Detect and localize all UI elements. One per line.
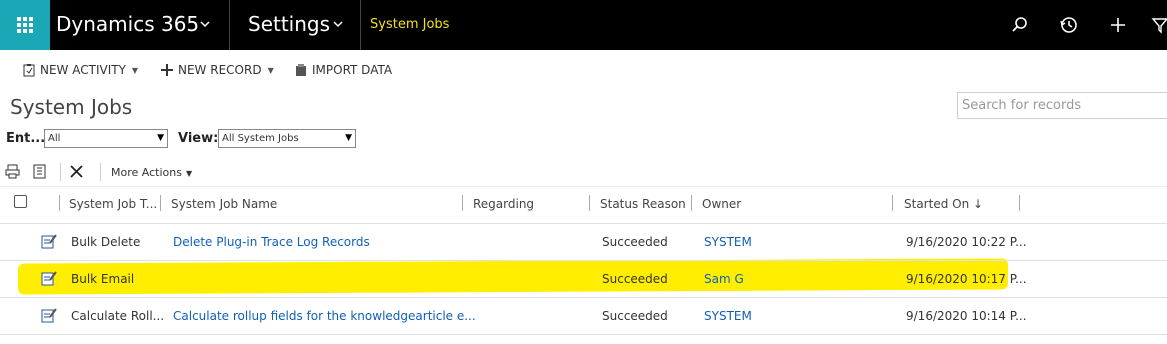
job-type-cell: Calculate Roll... — [71, 309, 165, 323]
new-activity-label: NEW ACTIVITY — [40, 63, 126, 77]
table-row[interactable]: Bulk Email Succeeded Sam G 9/16/2020 10:… — [0, 261, 1167, 298]
caret-down-icon: ▼ — [131, 65, 139, 75]
more-actions-label: More Actions — [111, 166, 182, 179]
search-box[interactable] — [957, 92, 1167, 119]
status-reason-cell: Succeeded — [602, 309, 668, 323]
plus-icon — [161, 64, 173, 76]
select-all-checkbox[interactable] — [14, 195, 27, 208]
view-select[interactable]: All System Jobs ▼ — [218, 129, 356, 148]
job-name-link[interactable]: Delete Plug-in Trace Log Records — [173, 235, 370, 249]
entity-select[interactable]: All ▼ — [44, 129, 168, 148]
caret-down-icon: ▼ — [185, 169, 193, 178]
table-row[interactable]: Bulk Delete Delete Plug-in Trace Log Rec… — [0, 224, 1167, 261]
column-header-system-job-type[interactable]: System Job T... — [69, 197, 157, 211]
started-on-cell: 9/16/2020 10:22 P... — [906, 235, 1027, 249]
column-divider — [691, 195, 692, 211]
column-header-owner[interactable]: Owner — [702, 197, 741, 211]
column-divider — [59, 195, 60, 211]
print-icon[interactable] — [5, 164, 20, 179]
view-select-value: All System Jobs — [222, 133, 299, 144]
new-record-button[interactable]: NEW RECORD ▼ — [160, 60, 274, 80]
new-record-label: NEW RECORD — [178, 63, 262, 77]
column-header-status-reason[interactable]: Status Reason — [600, 197, 686, 211]
breadcrumb[interactable]: System Jobs — [370, 17, 449, 32]
top-navigation-bar: Dynamics 365 Settings System Jobs — [0, 0, 1167, 50]
delete-icon[interactable] — [69, 164, 84, 179]
table-row[interactable]: Calculate Roll... Calculate rollup field… — [0, 298, 1167, 335]
search-input[interactable] — [958, 93, 1167, 118]
grid-header: System Job T... System Job Name Regardin… — [0, 186, 1167, 224]
more-actions-button[interactable]: More Actions ▼ — [111, 166, 192, 179]
waffle-icon — [17, 17, 33, 33]
import-data-button[interactable]: IMPORT DATA — [294, 60, 392, 80]
chevron-down-icon: ▼ — [157, 133, 164, 143]
app-name[interactable]: Dynamics 365 — [56, 12, 199, 36]
area-name[interactable]: Settings — [248, 12, 330, 36]
column-header-system-job-name[interactable]: System Job Name — [171, 197, 277, 211]
page-title: System Jobs — [10, 95, 133, 119]
column-divider — [1019, 195, 1020, 211]
column-divider — [462, 195, 463, 211]
job-type-cell: Bulk Email — [71, 272, 135, 286]
import-data-label: IMPORT DATA — [312, 63, 393, 77]
toolbar-divider — [60, 163, 61, 181]
chevron-down-icon[interactable] — [332, 18, 344, 30]
entity-select-value: All — [48, 133, 61, 144]
view-label: View: — [178, 131, 219, 146]
owner-link[interactable]: Sam G — [704, 272, 744, 286]
search-icon[interactable] — [1010, 15, 1030, 35]
entity-label: Ent... — [6, 131, 46, 146]
plus-icon[interactable] — [1108, 15, 1128, 35]
column-divider — [589, 195, 590, 211]
chevron-down-icon: ▼ — [345, 133, 352, 143]
history-icon[interactable] — [1059, 15, 1079, 35]
nav-divider — [360, 0, 361, 50]
clipboard-icon — [23, 64, 35, 77]
started-on-cell: 9/16/2020 10:17 P... — [906, 272, 1027, 286]
system-job-icon — [41, 234, 57, 249]
system-job-icon — [41, 308, 57, 323]
chevron-down-icon[interactable] — [199, 18, 211, 30]
import-icon — [296, 64, 306, 76]
status-reason-cell: Succeeded — [602, 235, 668, 249]
filter-icon[interactable] — [1150, 15, 1167, 35]
owner-link[interactable]: SYSTEM — [704, 309, 752, 323]
job-name-link[interactable]: Calculate rollup fields for the knowledg… — [173, 309, 476, 323]
column-divider — [160, 195, 161, 211]
job-type-cell: Bulk Delete — [71, 235, 141, 249]
column-divider — [892, 195, 893, 211]
column-header-regarding[interactable]: Regarding — [473, 197, 534, 211]
column-header-started-on[interactable]: Started On ↓ — [904, 197, 983, 211]
owner-link[interactable]: SYSTEM — [704, 235, 752, 249]
caret-down-icon: ▼ — [267, 65, 274, 75]
export-icon[interactable] — [32, 164, 47, 179]
nav-divider — [229, 0, 230, 50]
toolbar-divider — [100, 163, 101, 181]
app-launcher-button[interactable] — [0, 0, 50, 50]
started-on-cell: 9/16/2020 10:14 P... — [906, 309, 1027, 323]
new-activity-button[interactable]: NEW ACTIVITY ▼ — [22, 60, 138, 80]
system-job-icon — [41, 271, 57, 286]
status-reason-cell: Succeeded — [602, 272, 668, 286]
